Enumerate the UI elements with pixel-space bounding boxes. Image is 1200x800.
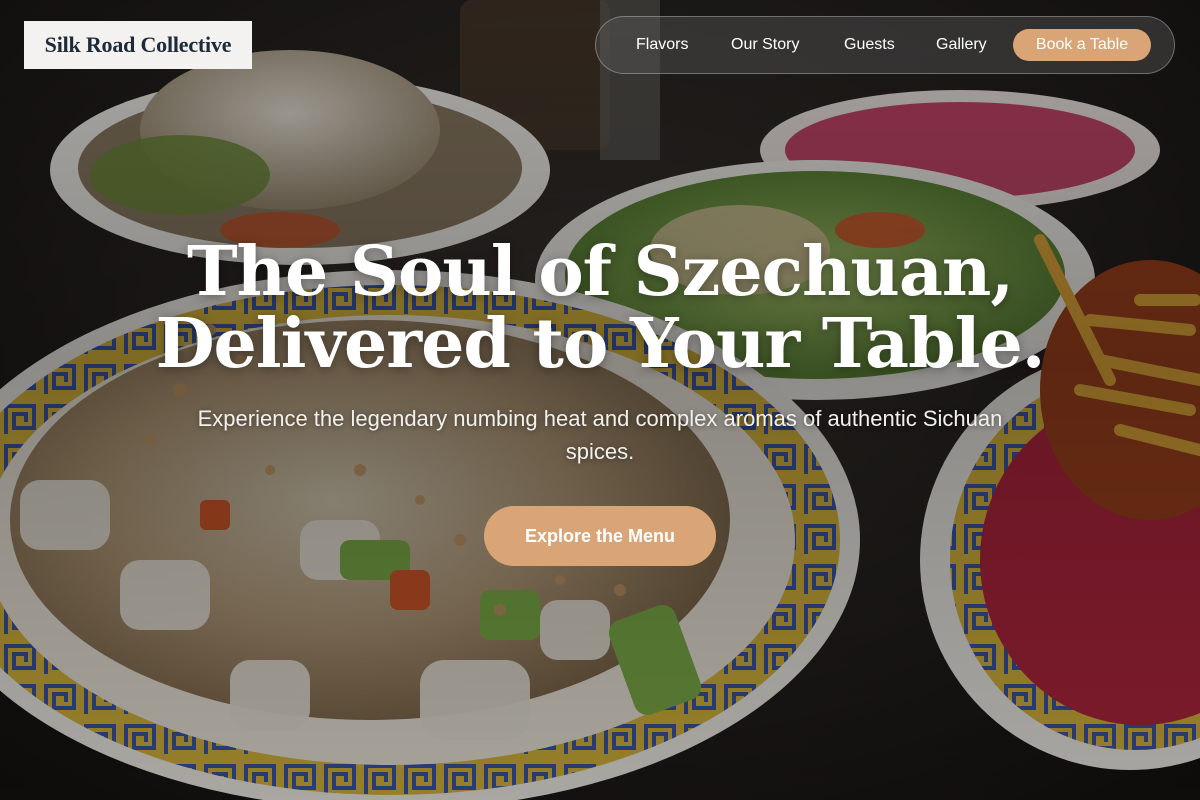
book-table-button[interactable]: Book a Table	[1013, 29, 1151, 61]
explore-menu-button[interactable]: Explore the Menu	[484, 506, 716, 566]
brand-logo[interactable]: Silk Road Collective	[24, 21, 252, 69]
hero-headline: The Soul of Szechuan, Delivered to Your …	[0, 236, 1200, 380]
nav-link-flavors[interactable]: Flavors	[636, 17, 688, 73]
nav-link-gallery[interactable]: Gallery	[936, 17, 987, 73]
nav-link-guests[interactable]: Guests	[844, 17, 895, 73]
nav-link-our-story[interactable]: Our Story	[731, 17, 799, 73]
hero-subtitle: Experience the legendary numbing heat an…	[197, 406, 1003, 464]
hero-headline-line2: Delivered to Your Table.	[155, 304, 1046, 384]
brand-name: Silk Road Collective	[44, 32, 232, 57]
hero-headline-line1: The Soul of Szechuan,	[186, 232, 1014, 312]
hero-overlay	[0, 0, 1200, 800]
main-nav: Flavors Our Story Guests Gallery Book a …	[595, 16, 1175, 74]
